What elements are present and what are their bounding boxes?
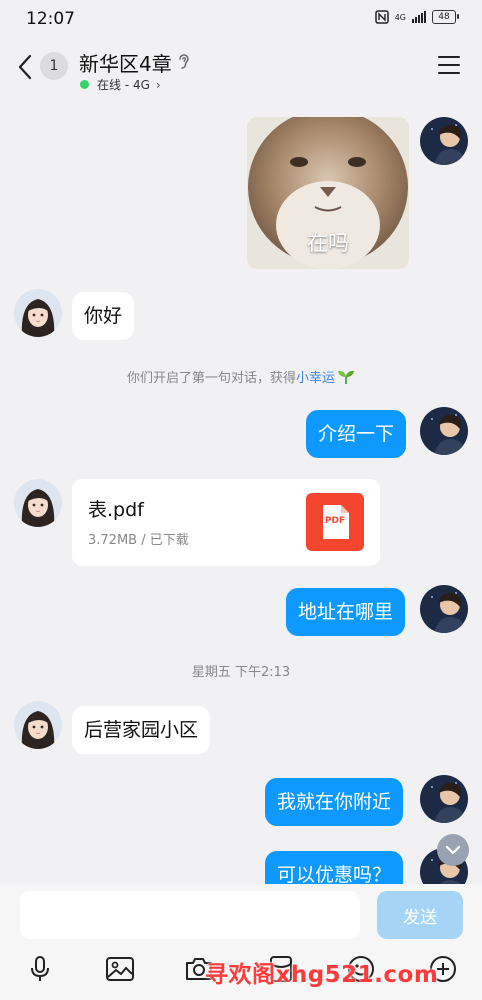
image-icon [106,957,134,981]
online-dot [80,80,89,89]
my-avatar[interactable] [420,585,468,633]
message-outgoing[interactable]: 我就在你附近 [265,778,404,826]
file-meta: 3.72MB / 已下载 [88,533,189,548]
status-icons: 4G 48 [374,10,459,24]
scroll-to-bottom-button[interactable] [437,834,469,866]
file-message[interactable]: 表.pdf 3.72MB / 已下载 PDF [72,479,380,566]
sticker-caption: 在吗 [307,231,349,255]
presence-text: 在线 - 4G [97,78,150,92]
file-name: 表.pdf [88,499,144,521]
battery-icon: 48 [432,10,459,24]
chevron-down-icon [445,845,461,855]
chevron-right-icon: › [155,77,161,92]
contact-avatar[interactable] [14,701,62,749]
message-outgoing[interactable]: 可以优惠吗？ [265,851,404,884]
image-button[interactable] [103,952,137,986]
system-note-text: 你们开启了第一句对话，获得 [126,371,296,386]
network-type: 4G [394,12,406,22]
chat-header: 1 新华区4章 在线 - 4G › [0,38,482,96]
ear-icon[interactable] [176,51,192,71]
sprout-icon [338,370,355,384]
message-outgoing[interactable]: 地址在哪里 [286,588,406,636]
status-bar: 12:07 4G 48 [0,0,482,38]
my-avatar[interactable] [420,117,468,165]
chat-title[interactable]: 新华区4章 [79,48,172,77]
send-button[interactable]: 发送 [377,891,463,939]
microphone-icon [31,956,49,981]
presence-status[interactable]: 在线 - 4G › [80,76,161,93]
watermark-text: 寻欢阁xhg521.com [205,962,439,988]
back-button[interactable] [14,52,36,82]
nfc-icon [374,10,389,24]
message-input[interactable] [20,891,360,939]
message-incoming[interactable]: 后营家园小区 [72,706,211,754]
chevron-left-icon [18,54,32,80]
signal-icon [412,11,426,23]
menu-button[interactable] [438,56,460,74]
my-avatar[interactable] [420,775,468,823]
system-note: 你们开启了第一句对话，获得小幸运 [0,367,482,386]
message-outgoing[interactable]: 介绍一下 [306,410,407,458]
contact-avatar[interactable] [14,479,62,527]
status-time: 12:07 [26,9,75,29]
chat-messages[interactable]: 在吗 你好 你们开启了第一句对话，获得小幸运 介绍一下 表.pdf 3.72MB… [0,96,482,884]
timestamp: 星期五 下午2:13 [191,665,291,680]
input-bar: 发送 寻欢阁xhg521.com [0,884,482,1000]
message-incoming[interactable]: 你好 [72,292,135,340]
battery-level: 48 [438,12,450,22]
unread-count-badge[interactable]: 1 [40,52,68,80]
contact-avatar[interactable] [14,289,62,337]
pdf-badge: PDF [324,516,346,526]
lucky-link[interactable]: 小幸运 [296,371,335,386]
voice-button[interactable] [23,952,57,986]
sticker-message[interactable]: 在吗 [247,117,409,269]
my-avatar[interactable] [420,407,468,455]
pdf-file-icon: PDF [306,493,364,551]
